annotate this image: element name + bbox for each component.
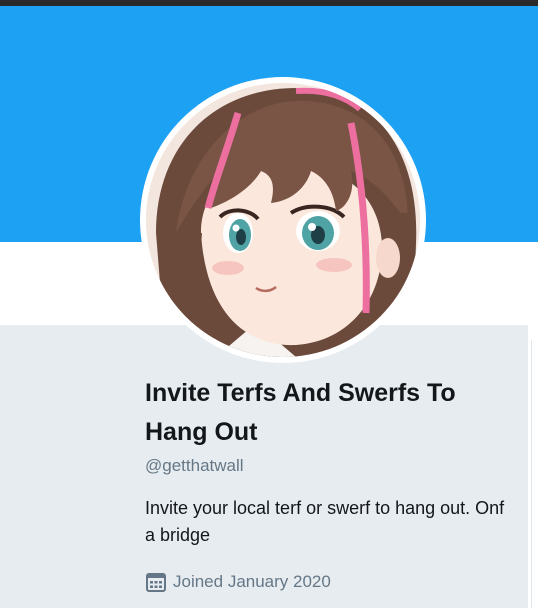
avatar-image[interactable]: [146, 83, 420, 357]
profile-card-edge: [528, 325, 538, 608]
profile-display-name: Invite Terfs And Swerfs To Hang Out: [145, 379, 456, 446]
avatar[interactable]: [140, 77, 426, 363]
profile-card: [0, 325, 528, 608]
profile-handle: @getthatwall: [145, 456, 244, 475]
divider: [531, 340, 532, 608]
profile-page: Invite Terfs And Swerfs To Hang Out @get…: [0, 0, 538, 608]
join-date: Joined January 2020: [145, 570, 331, 594]
join-date-text: Joined January 2020: [173, 572, 331, 591]
calendar-icon: [145, 571, 167, 593]
profile-bio: Invite your local terf or swerf to hang …: [145, 498, 505, 545]
